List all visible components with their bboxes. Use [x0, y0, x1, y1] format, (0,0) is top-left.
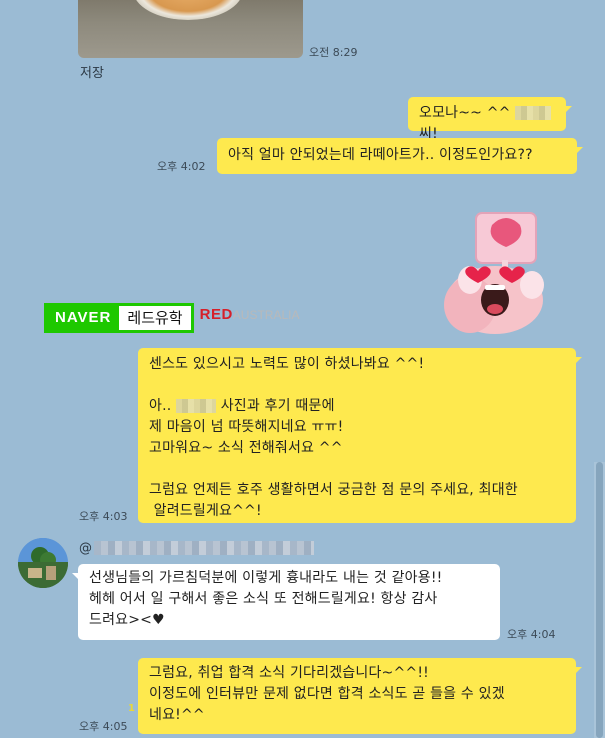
message-line: 헤헤 어서 일 구해서 좋은 소식 또 전해드릴게요! 항상 감사	[89, 591, 438, 607]
message-time: 오후 4:05	[79, 720, 128, 733]
message-line	[149, 459, 565, 480]
peach-sticker[interactable]	[440, 205, 555, 335]
latte-photo	[133, 0, 243, 20]
message-text: 오모나~~ ^^	[419, 105, 511, 121]
message-line: 네요!^^	[149, 707, 205, 723]
blurred-name	[515, 106, 552, 120]
scrollbar-thumb[interactable]	[596, 462, 603, 738]
red-logo-subtext: AUSTRALIA	[232, 308, 300, 322]
save-button[interactable]: 저장	[80, 62, 104, 81]
message-bubble[interactable]: 오모나~~ ^^ 씨!	[408, 97, 572, 142]
sender-name: @	[79, 540, 314, 556]
naver-search-banner[interactable]: NAVER 레드유학 REDAUSTRALIA	[44, 303, 299, 333]
red-logo: REDAUSTRALIA	[200, 303, 300, 333]
sender-prefix: @	[79, 540, 92, 556]
message-bubble[interactable]: 그럼요, 취업 합격 소식 기다리겠습니다~^^!! 이정도에 인터뷰만 문제 …	[138, 658, 582, 734]
unread-count: 1	[128, 703, 135, 714]
message-line	[149, 375, 565, 396]
message-time: 오후 4:04	[507, 628, 556, 641]
message-line: 센스도 있으시고 노력도 많이 하셨나봐요 ^^!	[149, 356, 425, 372]
scrollbar-track[interactable]	[594, 462, 605, 738]
naver-search-box[interactable]: NAVER 레드유학	[44, 303, 194, 333]
message-bubble[interactable]: 센스도 있으시고 노력도 많이 하셨나봐요 ^^! 아.. 사진과 후기 때문에…	[138, 348, 582, 523]
message-bubble[interactable]: 아직 얼마 안되었는데 라떼아트가.. 이정도인가요??	[217, 138, 583, 174]
message-time: 오후 4:03	[79, 510, 128, 523]
message-line: 그럼요, 취업 합격 소식 기다리겠습니다~^^!!	[149, 665, 429, 681]
red-logo-text: RED	[199, 306, 233, 323]
naver-logo: NAVER	[47, 306, 120, 330]
message-line: 알려드릴게요^^!	[149, 503, 262, 519]
message-line: 고마워요~ 소식 전해줘서요 ^^	[149, 440, 343, 456]
message-line: 제 마음이 넘 따뜻해지네요 ㅠㅠ!	[149, 419, 344, 435]
message-time: 오후 4:02	[157, 160, 206, 173]
photo-message[interactable]	[78, 0, 303, 58]
message-line: 아.. 사진과 후기 때문에	[149, 398, 335, 414]
message-line: 이정도에 인터뷰만 문제 없다면 합격 소식도 곧 들을 수 있겠	[149, 686, 505, 702]
message-line: 그럼요 언제든 호주 생활하면서 궁금한 점 문의 주세요, 최대한	[149, 482, 518, 498]
chat-room: 오전 8:29 저장 오모나~~ ^^ 씨! 아직 얼마 안되었는데 라떼아트가…	[0, 0, 605, 738]
message-time: 오전 8:29	[309, 46, 358, 59]
message-line: 드려요><♥	[89, 612, 165, 628]
search-query: 레드유학	[127, 309, 183, 327]
message-line: 선생님들의 가르침덕분에 이렇게 흉내라도 내는 것 같아용!!	[89, 570, 443, 586]
sender-avatar[interactable]	[18, 538, 68, 588]
message-bubble[interactable]: 선생님들의 가르침덕분에 이렇게 흉내라도 내는 것 같아용!! 헤헤 어서 일…	[72, 564, 500, 640]
blurred-sender-name	[94, 541, 314, 555]
blurred-name	[176, 399, 217, 413]
message-text: 아직 얼마 안되었는데 라떼아트가.. 이정도인가요??	[228, 147, 533, 163]
